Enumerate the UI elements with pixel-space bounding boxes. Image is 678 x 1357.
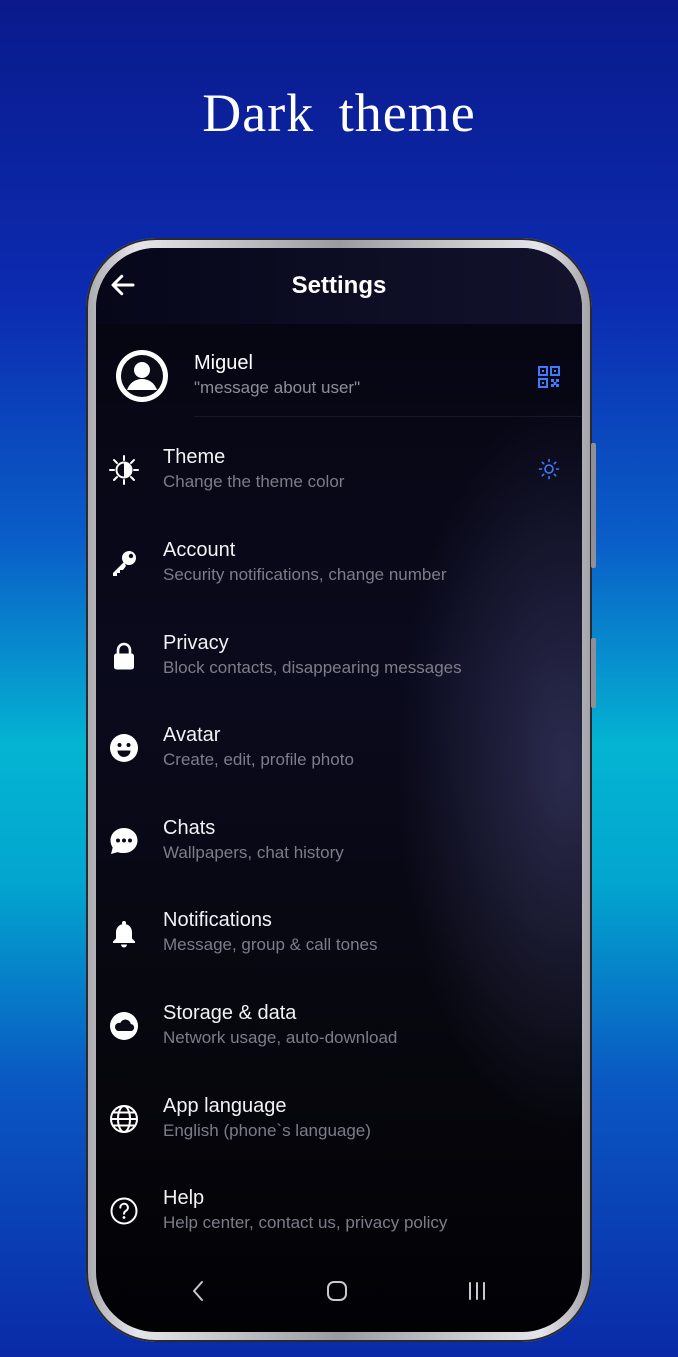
profile-status: "message about user" (194, 378, 361, 397)
key-icon (113, 551, 136, 576)
menu-item-privacy[interactable]: Privacy Block contacts, disappearing mes… (96, 630, 582, 710)
menu-subtitle-theme: Change the theme color (163, 472, 345, 491)
page-headline: Dark theme (202, 83, 476, 143)
bell-icon (113, 921, 135, 948)
menu-subtitle-privacy: Block contacts, disappearing messages (163, 658, 462, 677)
smiley-icon (110, 734, 138, 762)
menu-title-help: Help (163, 1187, 205, 1209)
nav-home-icon[interactable] (322, 1276, 352, 1306)
menu-subtitle-avatar: Create, edit, profile photo (163, 750, 354, 769)
menu-subtitle-help: Help center, contact us, privacy policy (163, 1213, 448, 1232)
contrast-sun-icon (109, 455, 139, 485)
page-title: Settings (291, 272, 387, 299)
menu-subtitle-chats: Wallpapers, chat history (163, 843, 344, 862)
cloud-icon (110, 1012, 138, 1040)
menu-title-language: App language (163, 1095, 287, 1117)
menu-title-avatar: Avatar (163, 724, 221, 746)
menu-item-language[interactable]: App language English (phone`s language) (96, 1093, 582, 1173)
light-mode-icon[interactable] (538, 458, 560, 480)
system-nav-bar (96, 1256, 582, 1332)
menu-item-help[interactable]: Help Help center, contact us, privacy po… (96, 1185, 582, 1265)
chat-bubble-icon (110, 828, 138, 854)
menu-subtitle-account: Security notifications, change number (163, 565, 447, 584)
profile-row[interactable]: Miguel "message about user" (96, 344, 582, 418)
menu-item-notifications[interactable]: Notifications Message, group & call tone… (96, 907, 582, 987)
help-circle-icon (110, 1197, 138, 1225)
profile-name: Miguel (194, 352, 253, 374)
profile-divider (194, 416, 582, 417)
menu-item-chats[interactable]: Chats Wallpapers, chat history (96, 815, 582, 895)
menu-subtitle-storage: Network usage, auto-download (163, 1028, 398, 1047)
menu-subtitle-language: English (phone`s language) (163, 1121, 371, 1140)
avatar-icon (116, 350, 168, 402)
power-button (591, 638, 596, 708)
app-bar: Settings (96, 248, 582, 324)
menu-item-storage[interactable]: Storage & data Network usage, auto-downl… (96, 1000, 582, 1080)
menu-title-theme: Theme (163, 446, 226, 468)
nav-back-icon[interactable] (184, 1276, 214, 1306)
menu-title-privacy: Privacy (163, 632, 229, 654)
menu-title-storage: Storage & data (163, 1002, 297, 1024)
lock-icon (114, 642, 134, 670)
qr-code-icon[interactable] (538, 366, 560, 388)
globe-icon (110, 1105, 138, 1133)
phone-screen: Settings Miguel "message about user" The… (96, 248, 582, 1332)
phone-frame: Settings Miguel "message about user" The… (86, 238, 596, 1342)
menu-item-account[interactable]: Account Security notifications, change n… (96, 537, 582, 617)
menu-title-account: Account (163, 539, 236, 561)
nav-recents-icon[interactable] (462, 1276, 492, 1306)
menu-subtitle-notifications: Message, group & call tones (163, 935, 378, 954)
menu-title-notifications: Notifications (163, 909, 272, 931)
volume-button (591, 443, 596, 568)
menu-item-avatar[interactable]: Avatar Create, edit, profile photo (96, 722, 582, 802)
menu-title-chats: Chats (163, 817, 216, 839)
menu-item-theme[interactable]: Theme Change the theme color (96, 444, 582, 524)
